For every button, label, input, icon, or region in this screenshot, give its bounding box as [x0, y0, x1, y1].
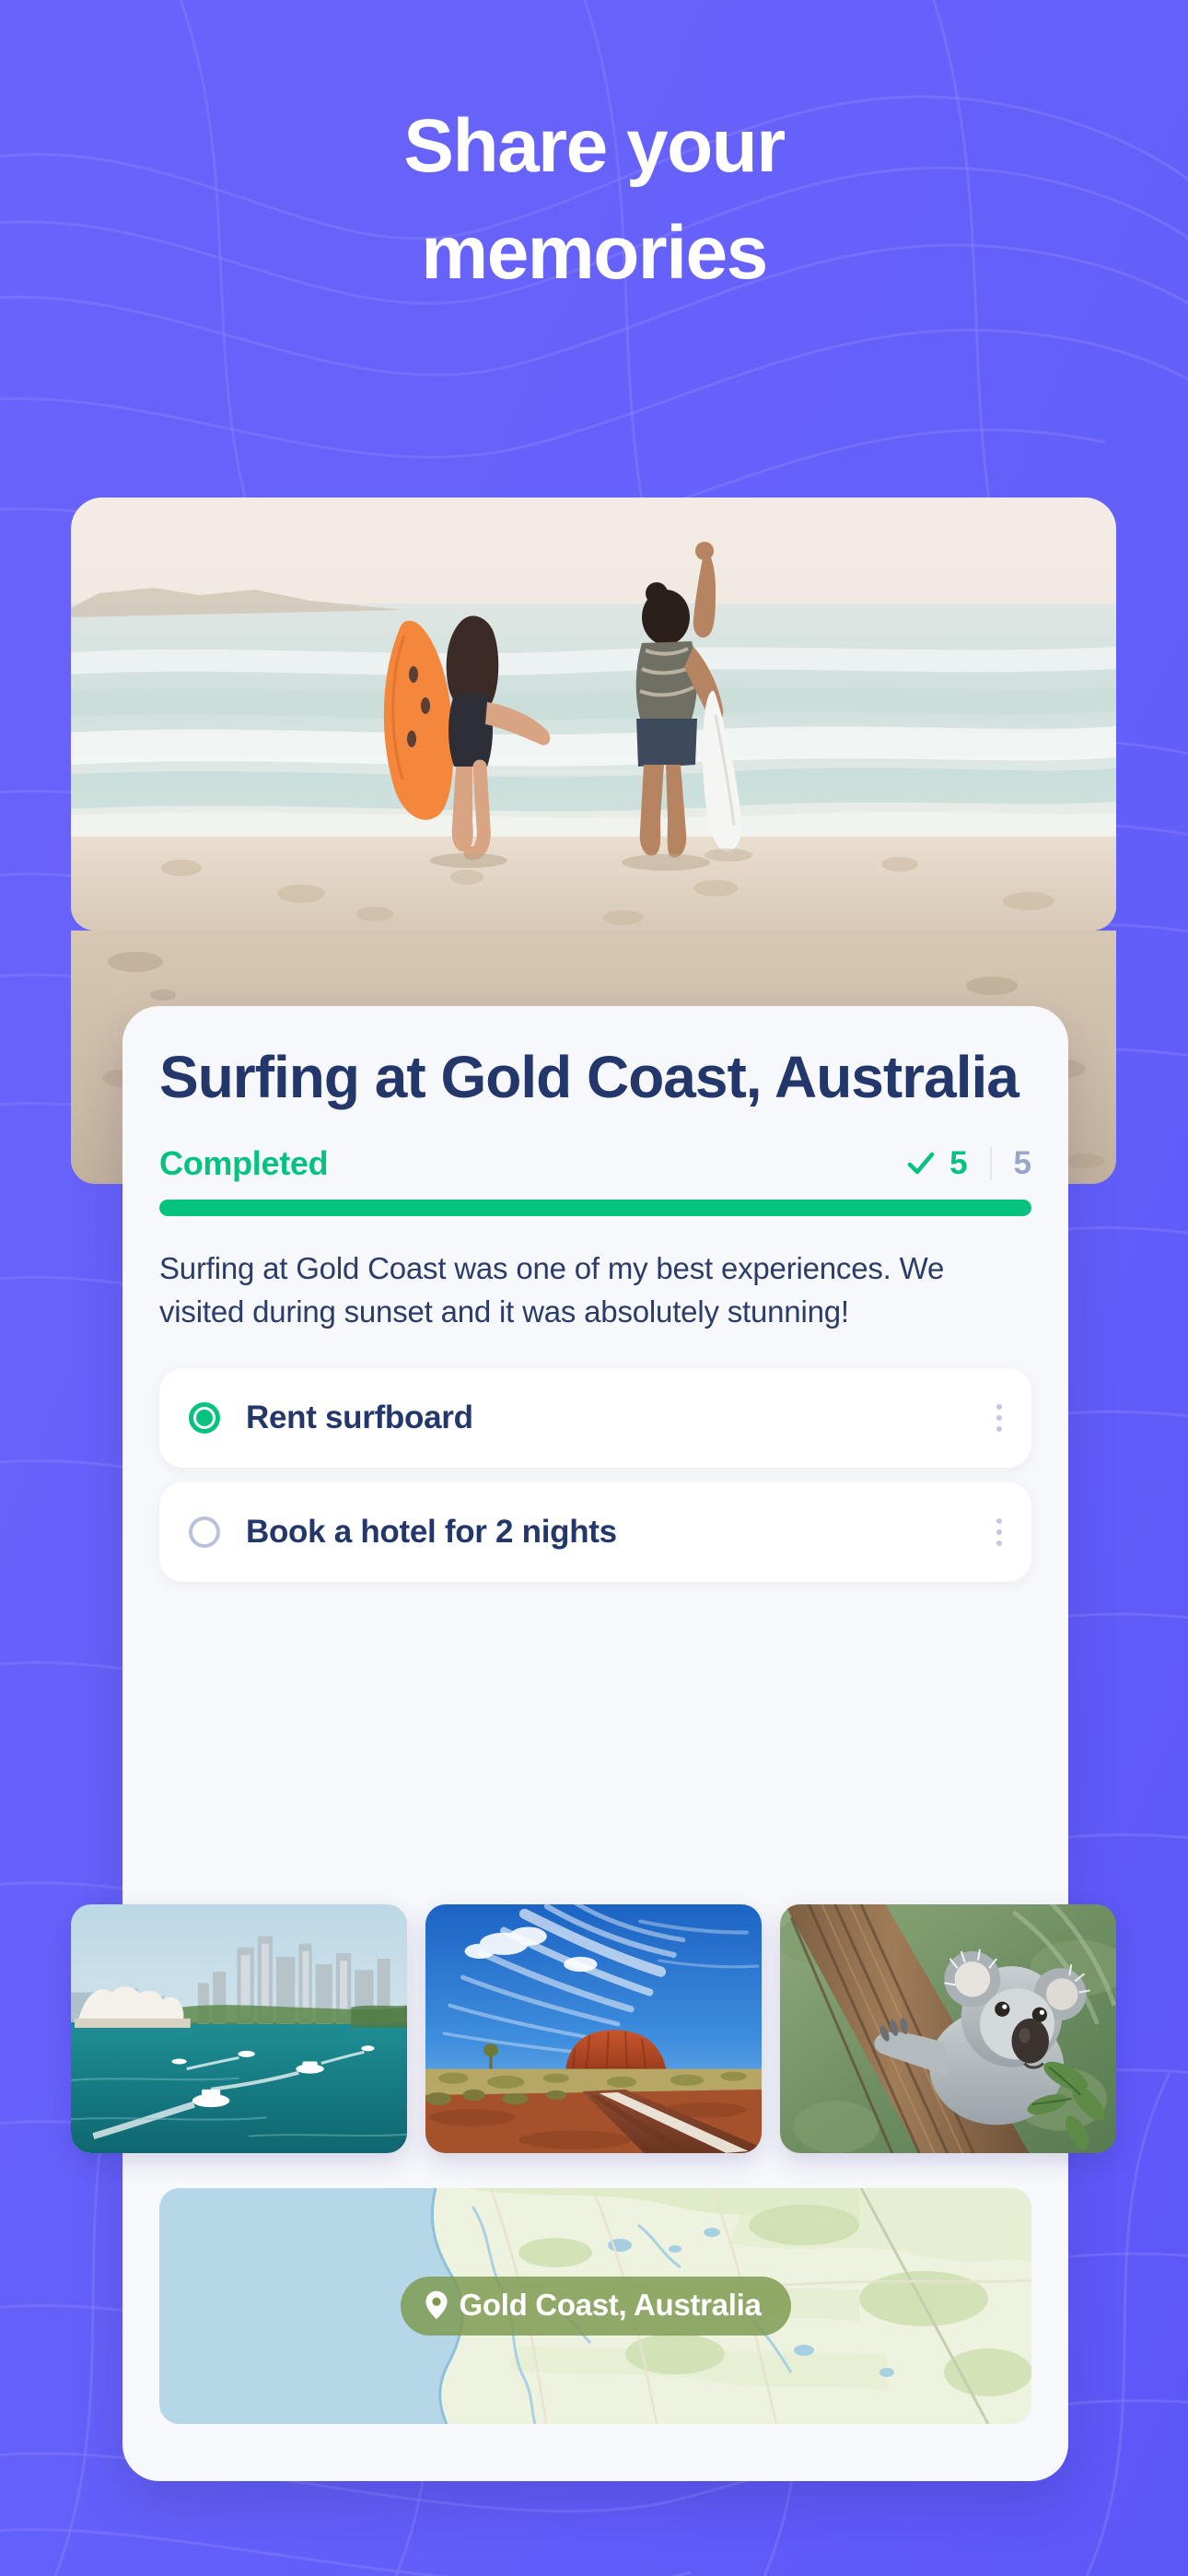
- location-pill[interactable]: Gold Coast, Australia: [400, 2277, 791, 2336]
- headline-line-1: Share your: [403, 104, 786, 188]
- radio-empty-icon[interactable]: [189, 1516, 220, 1549]
- count-divider: [989, 1146, 992, 1180]
- kebab-menu-icon[interactable]: [995, 1518, 1004, 1547]
- hero-photo-surfers[interactable]: [71, 498, 1116, 931]
- page-title: Share your memories: [0, 109, 1188, 291]
- status-row: Completed 5 5: [159, 1144, 1031, 1183]
- headline-line-2: memories: [421, 211, 768, 295]
- check-icon: [905, 1148, 937, 1179]
- status-badge: Completed: [159, 1143, 329, 1182]
- task-counts: 5 5: [905, 1145, 1031, 1182]
- map-pin-icon: [424, 2290, 448, 2320]
- kebab-menu-icon[interactable]: [995, 1404, 1004, 1433]
- task-label: Book a hotel for 2 nights: [246, 1514, 617, 1551]
- progress-bar: [159, 1199, 1031, 1216]
- tasks-total-count: 5: [1013, 1144, 1031, 1181]
- location-map[interactable]: Gold Coast, Australia: [159, 2188, 1031, 2424]
- memory-title: Surfing at Gold Coast, Australia: [159, 1044, 1019, 1110]
- task-item[interactable]: Book a hotel for 2 nights: [159, 1482, 1031, 1583]
- memory-description: Surfing at Gold Coast was one of my best…: [159, 1250, 945, 1329]
- location-label: Gold Coast, Australia: [459, 2288, 762, 2322]
- task-item[interactable]: Rent surfboard: [159, 1368, 1031, 1469]
- gallery-photo-uluru[interactable]: [425, 1904, 762, 2153]
- radio-filled-icon[interactable]: [189, 1402, 220, 1434]
- gallery-photo-sydney-harbour[interactable]: [71, 1904, 407, 2153]
- task-list: Rent surfboard Book a hotel for 2 nights: [159, 1368, 1031, 1583]
- progress-bar-fill: [159, 1199, 1031, 1216]
- photo-gallery: [71, 1904, 1116, 2153]
- task-label: Rent surfboard: [246, 1399, 473, 1436]
- gallery-photo-koala[interactable]: [780, 1904, 1116, 2153]
- tasks-completed-count: 5: [949, 1144, 968, 1181]
